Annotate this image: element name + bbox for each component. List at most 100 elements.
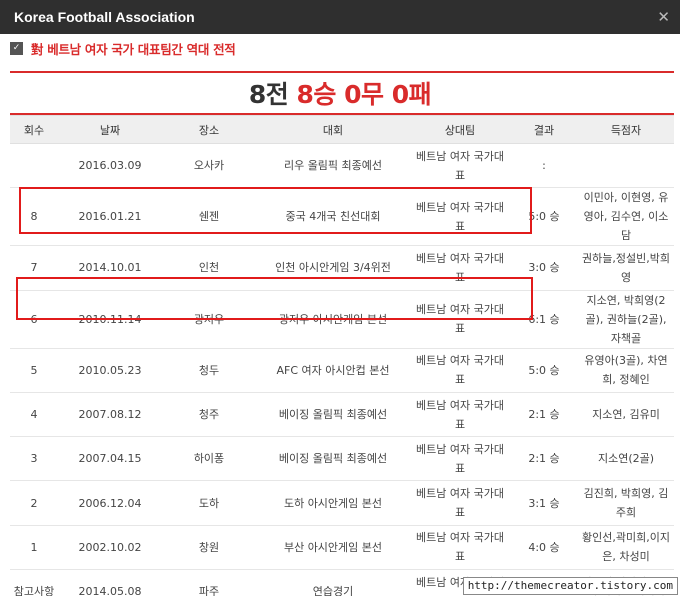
cell-venue: 인천 [162,245,256,291]
cell-round: 4 [10,392,58,438]
window-titlebar: Korea Football Association ✕ [0,0,680,34]
cell-opponent: 베트남 여자 국가대표 [410,187,510,247]
cell-date: 2007.08.12 [58,392,162,438]
cell-date: 2007.04.15 [58,436,162,482]
cell-opponent: 베트남 여자 국가대표 [410,290,510,349]
cell-date: 2006.12.04 [58,480,162,526]
cell-date: 2014.10.01 [58,245,162,291]
record-draw-unit: 무 [361,80,384,109]
header-round: 회수 [10,115,58,144]
cell-opponent: 베트남 여자 국가대표 [410,436,510,482]
record-win-unit: 승 [313,80,336,109]
cell-competition: 도하 아시안게임 본선 [256,480,410,526]
cell-venue: 도하 [162,480,256,526]
cell-result: 5:0 승 [510,348,578,393]
cell-result: : [510,143,578,189]
cell-round: 3 [10,436,58,482]
cell-result: 2:1 승 [510,436,578,482]
cell-result: 4:0 승 [510,525,578,571]
cell-venue: 오사카 [162,143,256,189]
cell-scorers: 지소연, 김유미 [578,392,674,438]
cell-date: 2014.05.08 [58,569,162,596]
cell-opponent: 베트남 여자 국가대표 [410,480,510,526]
cell-round: 7 [10,245,58,291]
cell-competition: 부산 아시안게임 본선 [256,525,410,571]
record-summary: 8전 8승 0무 0패 [0,77,680,113]
header-date: 날짜 [58,115,162,144]
cell-venue: 창원 [162,525,256,571]
cell-scorers: 권하늘,정설빈,박희영 [578,245,674,291]
cell-round: 6 [10,290,58,349]
cell-competition: 광저우 아시안게임 본선 [256,290,410,349]
cell-competition: 연습경기 [256,569,410,596]
record-loss-num: 0 [391,80,409,109]
close-icon[interactable]: ✕ [657,9,670,25]
cell-date: 2016.01.21 [58,187,162,247]
table-row: 6 2010.11.14 광저우 광저우 아시안게임 본선 베트남 여자 국가대… [10,290,674,349]
cell-venue: 청주 [162,392,256,438]
table-row: 2 2006.12.04 도하 도하 아시안게임 본선 베트남 여자 국가대표 … [10,480,674,526]
results-table: 회수 날짜 장소 대회 상대팀 결과 득점자 2016.03.09 오사카 리우… [10,115,674,596]
cell-date: 2010.11.14 [58,290,162,349]
cell-opponent: 베트남 여자 국가대표 [410,525,510,571]
cell-scorers: 유영아(3골), 차연희, 정혜인 [578,348,674,393]
cell-opponent: 베트남 여자 국가대표 [410,245,510,291]
cell-date: 2016.03.09 [58,143,162,189]
window-title: Korea Football Association [14,9,195,25]
divider-top [10,71,674,73]
cell-round: 5 [10,348,58,393]
record-total-num: 8 [248,80,266,109]
cell-date: 2010.05.23 [58,348,162,393]
header-competition: 대회 [256,115,410,144]
cell-result: 3:1 승 [510,480,578,526]
table-header-row: 회수 날짜 장소 대회 상대팀 결과 득점자 [10,115,674,144]
header-opponent: 상대팀 [410,115,510,144]
cell-competition: AFC 여자 아시안컵 본선 [256,348,410,393]
table-row: 2016.03.09 오사카 리우 올림픽 최종예선 베트남 여자 국가대표 : [10,143,674,189]
cell-round: 1 [10,525,58,571]
header-result: 결과 [510,115,578,144]
table-row: 1 2002.10.02 창원 부산 아시안게임 본선 베트남 여자 국가대표 … [10,525,674,571]
cell-venue: 청두 [162,348,256,393]
record-draw-num: 0 [344,80,362,109]
cell-competition: 베이징 올림픽 최종예선 [256,436,410,482]
cell-competition: 리우 올림픽 최종예선 [256,143,410,189]
cell-competition: 중국 4개국 친선대회 [256,187,410,247]
cell-scorers [578,143,674,189]
cell-scorers: 이민아, 이현영, 유영아, 김수연, 이소담 [578,187,674,247]
watermark-url: http://themecreator.tistory.com [462,577,678,595]
cell-date: 2002.10.02 [58,525,162,571]
cell-round: 8 [10,187,58,247]
cell-competition: 베이징 올림픽 최종예선 [256,392,410,438]
cell-round: 참고사항 [10,569,58,596]
cell-opponent: 베트남 여자 국가대표 [410,143,510,189]
header-scorers: 득점자 [578,115,674,144]
checkbox-icon: ✓ [10,41,23,55]
cell-result: 3:0 승 [510,245,578,291]
cell-venue: 하이퐁 [162,436,256,482]
section-heading: 對 베트남 여자 국가 대표팀간 역대 전적 [31,41,236,57]
record-win-num: 8 [296,80,314,109]
cell-round [10,143,58,189]
record-total-unit: 전 [265,80,289,109]
cell-result: 2:1 승 [510,392,578,438]
header-venue: 장소 [162,115,256,144]
cell-venue: 파주 [162,569,256,596]
cell-result: 6:1 승 [510,290,578,349]
table-row: 3 2007.04.15 하이퐁 베이징 올림픽 최종예선 베트남 여자 국가대… [10,436,674,482]
table-row: 7 2014.10.01 인천 인천 아시안게임 3/4위전 베트남 여자 국가… [10,245,674,291]
cell-venue: 광저우 [162,290,256,349]
record-loss-unit: 패 [408,80,432,109]
cell-venue: 쉔젠 [162,187,256,247]
table-row: 8 2016.01.21 쉔젠 중국 4개국 친선대회 베트남 여자 국가대표 … [10,187,674,247]
cell-scorers: 지소연(2골) [578,436,674,482]
cell-scorers: 황인선,곽미희,이지은, 차성미 [578,525,674,571]
table-row: 5 2010.05.23 청두 AFC 여자 아시안컵 본선 베트남 여자 국가… [10,348,674,393]
cell-opponent: 베트남 여자 국가대표 [410,348,510,393]
cell-scorers: 지소연, 박희영(2골), 권하늘(2골), 자책골 [578,290,674,349]
cell-competition: 인천 아시안게임 3/4위전 [256,245,410,291]
cell-round: 2 [10,480,58,526]
section-header: ✓ 對 베트남 여자 국가 대표팀간 역대 전적 [10,38,236,58]
cell-result: 5:0 승 [510,187,578,247]
table-row: 4 2007.08.12 청주 베이징 올림픽 최종예선 베트남 여자 국가대표… [10,392,674,438]
